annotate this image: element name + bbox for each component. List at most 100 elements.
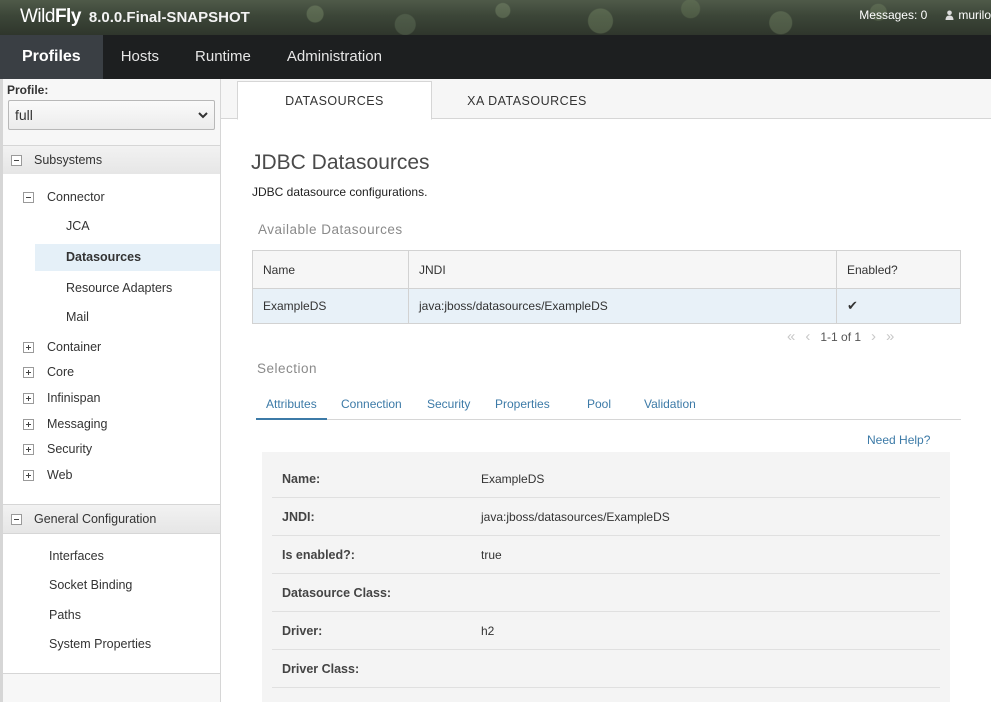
general-config-label: General Configuration [34, 512, 157, 526]
attr-value: true [481, 548, 502, 562]
attr-label: Name: [282, 472, 321, 486]
page-title: JDBC Datasources [251, 151, 430, 174]
attr-row: Is enabled?: true [272, 536, 940, 574]
need-help-link[interactable]: Need Help? [867, 433, 930, 447]
tab-properties[interactable]: Properties [495, 395, 550, 420]
column-header-jndi[interactable]: JNDI [408, 250, 837, 289]
last-page-icon[interactable]: » [886, 328, 894, 345]
pager-label: 1-1 of 1 [820, 329, 862, 344]
profile-select[interactable]: full [8, 100, 215, 130]
subsystems-header[interactable]: Subsystems [3, 145, 220, 175]
app-header: Wild Fly 8.0.0.Final-SNAPSHOT Messages: 0… [0, 0, 991, 35]
main-content: DATASOURCES XA DATASOURCES JDBC Datasour… [221, 79, 991, 702]
cell-jndi: java:jboss/datasources/ExampleDS [408, 288, 837, 324]
user-menu[interactable]: murilo [945, 8, 991, 22]
brand-wild: Wild [20, 6, 55, 27]
column-header-enabled[interactable]: Enabled? [836, 250, 961, 289]
tab-xa-datasources[interactable]: XA DATASOURCES [432, 81, 622, 120]
expand-icon[interactable] [23, 341, 34, 353]
tree-security[interactable]: Security [23, 442, 92, 456]
tree-item-datasources[interactable]: Datasources [35, 244, 220, 271]
tree-container[interactable]: Container [23, 340, 101, 354]
checkmark-icon: ✔ [836, 288, 961, 324]
tab-pool[interactable]: Pool [587, 395, 611, 420]
tree-label: Core [47, 365, 75, 379]
attr-value: h2 [481, 624, 495, 638]
tree-label: Container [47, 340, 102, 354]
tab-validation[interactable]: Validation [644, 395, 696, 420]
subsystems-tree: Connector JCA Datasources Resource Adapt… [3, 174, 220, 504]
attr-label: Driver Class: [282, 662, 360, 676]
nav-paths[interactable]: Paths [49, 608, 81, 622]
general-config-header[interactable]: General Configuration [3, 504, 220, 534]
nav-socket-binding[interactable]: Socket Binding [49, 578, 132, 592]
prev-page-icon[interactable]: ‹ [805, 328, 810, 345]
nav-hosts[interactable]: Hosts [103, 35, 177, 79]
cell-name: ExampleDS [252, 288, 409, 324]
sidebar: Profile: full Subsystems Connector JCA D… [0, 79, 221, 702]
tree-item-mail[interactable]: Mail [66, 310, 89, 324]
tree-core[interactable]: Core [23, 365, 74, 379]
attr-row: Datasource Class: [272, 574, 940, 612]
tree-label: Infinispan [47, 391, 101, 405]
tab-connection[interactable]: Connection [341, 395, 402, 420]
tree-connector[interactable]: Connector [23, 190, 105, 204]
user-icon [945, 10, 954, 20]
nav-administration[interactable]: Administration [269, 35, 400, 79]
attr-row: Driver Class: [272, 650, 940, 688]
attr-label: Is enabled?: [282, 548, 355, 562]
brand-fly: Fly [54, 6, 81, 27]
main-nav: Profiles Hosts Runtime Administration [0, 35, 991, 79]
attr-row: Name: ExampleDS [272, 460, 940, 498]
pager: « ‹ 1-1 of 1 › » [787, 328, 894, 345]
expand-icon[interactable] [23, 418, 34, 430]
messages-link[interactable]: Messages: 0 [859, 8, 927, 22]
collapse-icon[interactable] [11, 513, 22, 525]
tab-attributes[interactable]: Attributes [256, 395, 327, 420]
tree-messaging[interactable]: Messaging [23, 417, 107, 431]
selection-tabs: Attributes Connection Security Propertie… [256, 395, 961, 420]
expand-icon[interactable] [23, 443, 34, 455]
user-name: murilo [958, 8, 991, 22]
version-label: 8.0.0.Final-SNAPSHOT [88, 9, 250, 26]
collapse-icon[interactable] [11, 154, 22, 166]
page-description: JDBC datasource configurations. [252, 185, 428, 199]
profile-label: Profile: [7, 83, 49, 97]
expand-icon[interactable] [23, 469, 34, 481]
tree-item-resource-adapters[interactable]: Resource Adapters [66, 281, 172, 295]
attr-label: Datasource Class: [282, 586, 392, 600]
tree-infinispan[interactable]: Infinispan [23, 391, 101, 405]
tree-item-jca[interactable]: JCA [66, 219, 90, 233]
tree-label: Security [47, 442, 93, 456]
table-row[interactable]: ExampleDS java:jboss/datasources/Example… [252, 288, 961, 324]
tab-bar: DATASOURCES XA DATASOURCES [221, 79, 991, 120]
nav-runtime[interactable]: Runtime [177, 35, 269, 79]
attr-value: ExampleDS [481, 472, 545, 486]
subsystems-label: Subsystems [34, 153, 103, 167]
header-right: Messages: 0 murilo [859, 8, 991, 22]
attributes-form: Name: ExampleDS JNDI: java:jboss/datasou… [262, 452, 950, 702]
tree-label: Messaging [47, 417, 108, 431]
brand-logo: Wild Fly 8.0.0.Final-SNAPSHOT [20, 6, 250, 28]
next-page-icon[interactable]: › [871, 328, 876, 345]
nav-system-properties[interactable]: System Properties [49, 637, 151, 651]
attr-value: java:jboss/datasources/ExampleDS [481, 510, 670, 524]
attr-label: Driver: [282, 624, 323, 638]
selection-title: Selection [257, 361, 318, 376]
tree-label: Web [47, 468, 73, 482]
first-page-icon[interactable]: « [787, 328, 795, 345]
attr-row: JNDI: java:jboss/datasources/ExampleDS [272, 498, 940, 536]
collapse-icon[interactable] [23, 191, 34, 203]
table-header-row: Name JNDI Enabled? [252, 250, 961, 289]
tree-label: Connector [47, 190, 105, 204]
profile-value: full [15, 107, 33, 123]
nav-profiles[interactable]: Profiles [0, 35, 103, 79]
tab-security[interactable]: Security [427, 395, 470, 420]
datasources-table: Name JNDI Enabled? ExampleDS java:jboss/… [252, 250, 961, 324]
expand-icon[interactable] [23, 366, 34, 378]
tab-datasources[interactable]: DATASOURCES [237, 81, 432, 120]
expand-icon[interactable] [23, 392, 34, 404]
tree-web[interactable]: Web [23, 468, 72, 482]
column-header-name[interactable]: Name [252, 250, 409, 289]
nav-interfaces[interactable]: Interfaces [49, 549, 104, 563]
